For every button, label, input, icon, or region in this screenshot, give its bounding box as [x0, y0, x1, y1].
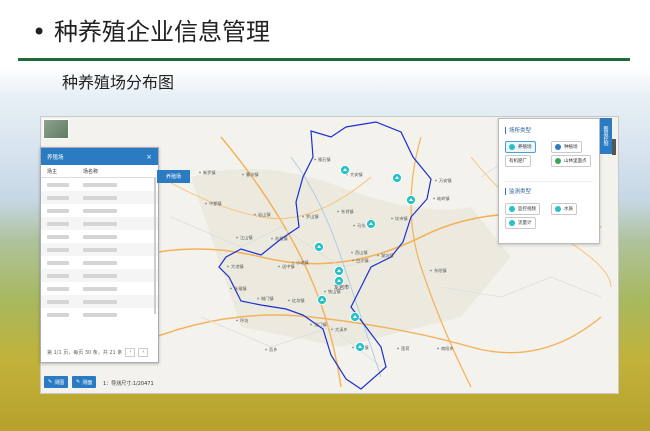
- prev-page-icon[interactable]: ‹: [125, 348, 136, 357]
- column-name: 场名称: [83, 168, 99, 175]
- row-name-cell: [83, 208, 117, 213]
- close-icon[interactable]: ×: [146, 153, 152, 161]
- farm-marker-icon[interactable]: [317, 295, 327, 305]
- table-row[interactable]: [41, 204, 158, 217]
- row-name-cell: [83, 299, 117, 304]
- map-thumbnail-toggle[interactable]: [43, 119, 69, 139]
- chip-breeding-farm-label: 养殖场: [518, 145, 532, 150]
- chip-water-label: 水质: [564, 207, 573, 212]
- row-owner-cell: [47, 299, 69, 304]
- table-row[interactable]: [41, 230, 158, 243]
- farm-marker-icon[interactable]: [350, 312, 360, 322]
- pager: 第 1/1 页，每页 30 条，共 21 条 ‹ ›: [47, 348, 149, 357]
- panel-scrollbar[interactable]: [154, 178, 156, 314]
- farm-marker-icon[interactable]: [392, 173, 402, 183]
- farm-layer-tab[interactable]: 养殖场: [157, 170, 190, 183]
- planting-marker-icon: [555, 144, 561, 150]
- measure-distance-label: 测图: [54, 379, 65, 386]
- row-name-cell: [83, 221, 117, 226]
- row-owner-cell: [47, 312, 69, 317]
- table-header: 场主 场名称: [41, 165, 158, 178]
- row-name-cell: [83, 195, 117, 200]
- table-row[interactable]: [41, 178, 158, 191]
- farm-marker-icon[interactable]: [406, 195, 416, 205]
- farm-marker-icon[interactable]: [340, 165, 350, 175]
- pager-text: 第 1/1 页，每页 30 条，共 21 条: [47, 350, 123, 356]
- chip-water[interactable]: 水质: [551, 203, 577, 215]
- table-row[interactable]: [41, 217, 158, 230]
- column-owner: 场主: [47, 168, 58, 175]
- measure-area-button[interactable]: ✎ 测面: [72, 376, 97, 388]
- row-name-cell: [83, 234, 117, 239]
- farm-marker-icon[interactable]: [355, 342, 365, 352]
- layer-control-tab[interactable]: 图层控制: [600, 118, 612, 154]
- chip-fertilizer-plant-label: 有机肥厂: [509, 159, 527, 164]
- row-owner-cell: [47, 208, 69, 213]
- scale-readout: 1：导测尺寸:1/20471: [103, 381, 154, 387]
- row-owner-cell: [47, 182, 69, 187]
- table-row[interactable]: [41, 256, 158, 269]
- table-row[interactable]: [41, 308, 158, 321]
- slide-subtitle: 种养殖场分布图: [62, 73, 175, 92]
- panel-title: 养殖场: [47, 154, 64, 161]
- side-toggle[interactable]: [612, 139, 616, 155]
- title-text: 种养殖企业信息管理: [54, 18, 270, 46]
- table-row[interactable]: [41, 191, 158, 204]
- table-row[interactable]: [41, 282, 158, 295]
- next-page-icon[interactable]: ›: [138, 348, 149, 357]
- row-name-cell: [83, 182, 117, 187]
- slide-title: • 种养殖企业信息管理: [32, 12, 270, 47]
- farm-list-panel: 养殖场 × 场主 场名称 第 1/1 页，每页 30 条，共 21 条 ‹ ›: [40, 147, 159, 363]
- row-owner-cell: [47, 247, 69, 252]
- title-bullet: •: [32, 18, 47, 46]
- forest-marker-icon: [555, 158, 561, 164]
- chip-breeding-farm[interactable]: 养殖场: [505, 141, 536, 153]
- measure-area-label: 测面: [82, 379, 93, 386]
- table-row[interactable]: [41, 243, 158, 256]
- row-name-cell: [83, 286, 117, 291]
- row-owner-cell: [47, 260, 69, 265]
- ruler-icon: ✎: [76, 379, 81, 385]
- chip-flowmeter-label: 流量计: [518, 221, 532, 226]
- title-divider: [18, 58, 630, 61]
- farm-marker-icon[interactable]: [366, 219, 376, 229]
- legend-section-type: 场所类型: [505, 126, 531, 134]
- row-owner-cell: [47, 234, 69, 239]
- legend-divider: [505, 181, 593, 182]
- row-name-cell: [83, 260, 117, 265]
- chip-fertilizer-plant[interactable]: 有机肥厂: [505, 155, 531, 167]
- farm-marker-icon[interactable]: [334, 266, 344, 276]
- chip-forest-point-label: 山林里面点: [564, 159, 587, 164]
- chip-flowmeter[interactable]: 流量计: [505, 217, 536, 229]
- table-body: [41, 178, 158, 321]
- legend-panel: 场所类型 养殖场 种植场 有机肥厂 山林里面点 监测类型 监控视频 水质 流量计: [498, 118, 600, 244]
- row-owner-cell: [47, 286, 69, 291]
- legend-section-monitor: 监测类型: [505, 187, 531, 195]
- camera-icon: [509, 206, 515, 212]
- chip-video[interactable]: 监控视频: [505, 203, 540, 215]
- row-owner-cell: [47, 195, 69, 200]
- row-name-cell: [83, 247, 117, 252]
- water-icon: [555, 206, 561, 212]
- row-owner-cell: [47, 273, 69, 278]
- legend-section-type-label: 场所类型: [509, 128, 532, 134]
- farm-marker-icon: [509, 144, 515, 150]
- table-row[interactable]: [41, 295, 158, 308]
- chip-video-label: 监控视频: [518, 207, 536, 212]
- row-owner-cell: [47, 221, 69, 226]
- row-name-cell: [83, 312, 117, 317]
- ruler-icon: ✎: [48, 379, 53, 385]
- panel-header: 养殖场 ×: [41, 148, 158, 165]
- farm-marker-icon[interactable]: [334, 276, 344, 286]
- flowmeter-icon: [509, 220, 515, 226]
- farm-marker-icon[interactable]: [314, 242, 324, 252]
- table-row[interactable]: [41, 269, 158, 282]
- chip-planting-farm-label: 种植场: [564, 145, 578, 150]
- legend-section-monitor-label: 监测类型: [509, 189, 532, 195]
- chip-forest-point[interactable]: 山林里面点: [551, 155, 591, 167]
- row-name-cell: [83, 273, 117, 278]
- chip-planting-farm[interactable]: 种植场: [551, 141, 582, 153]
- measure-distance-button[interactable]: ✎ 测图: [44, 376, 69, 388]
